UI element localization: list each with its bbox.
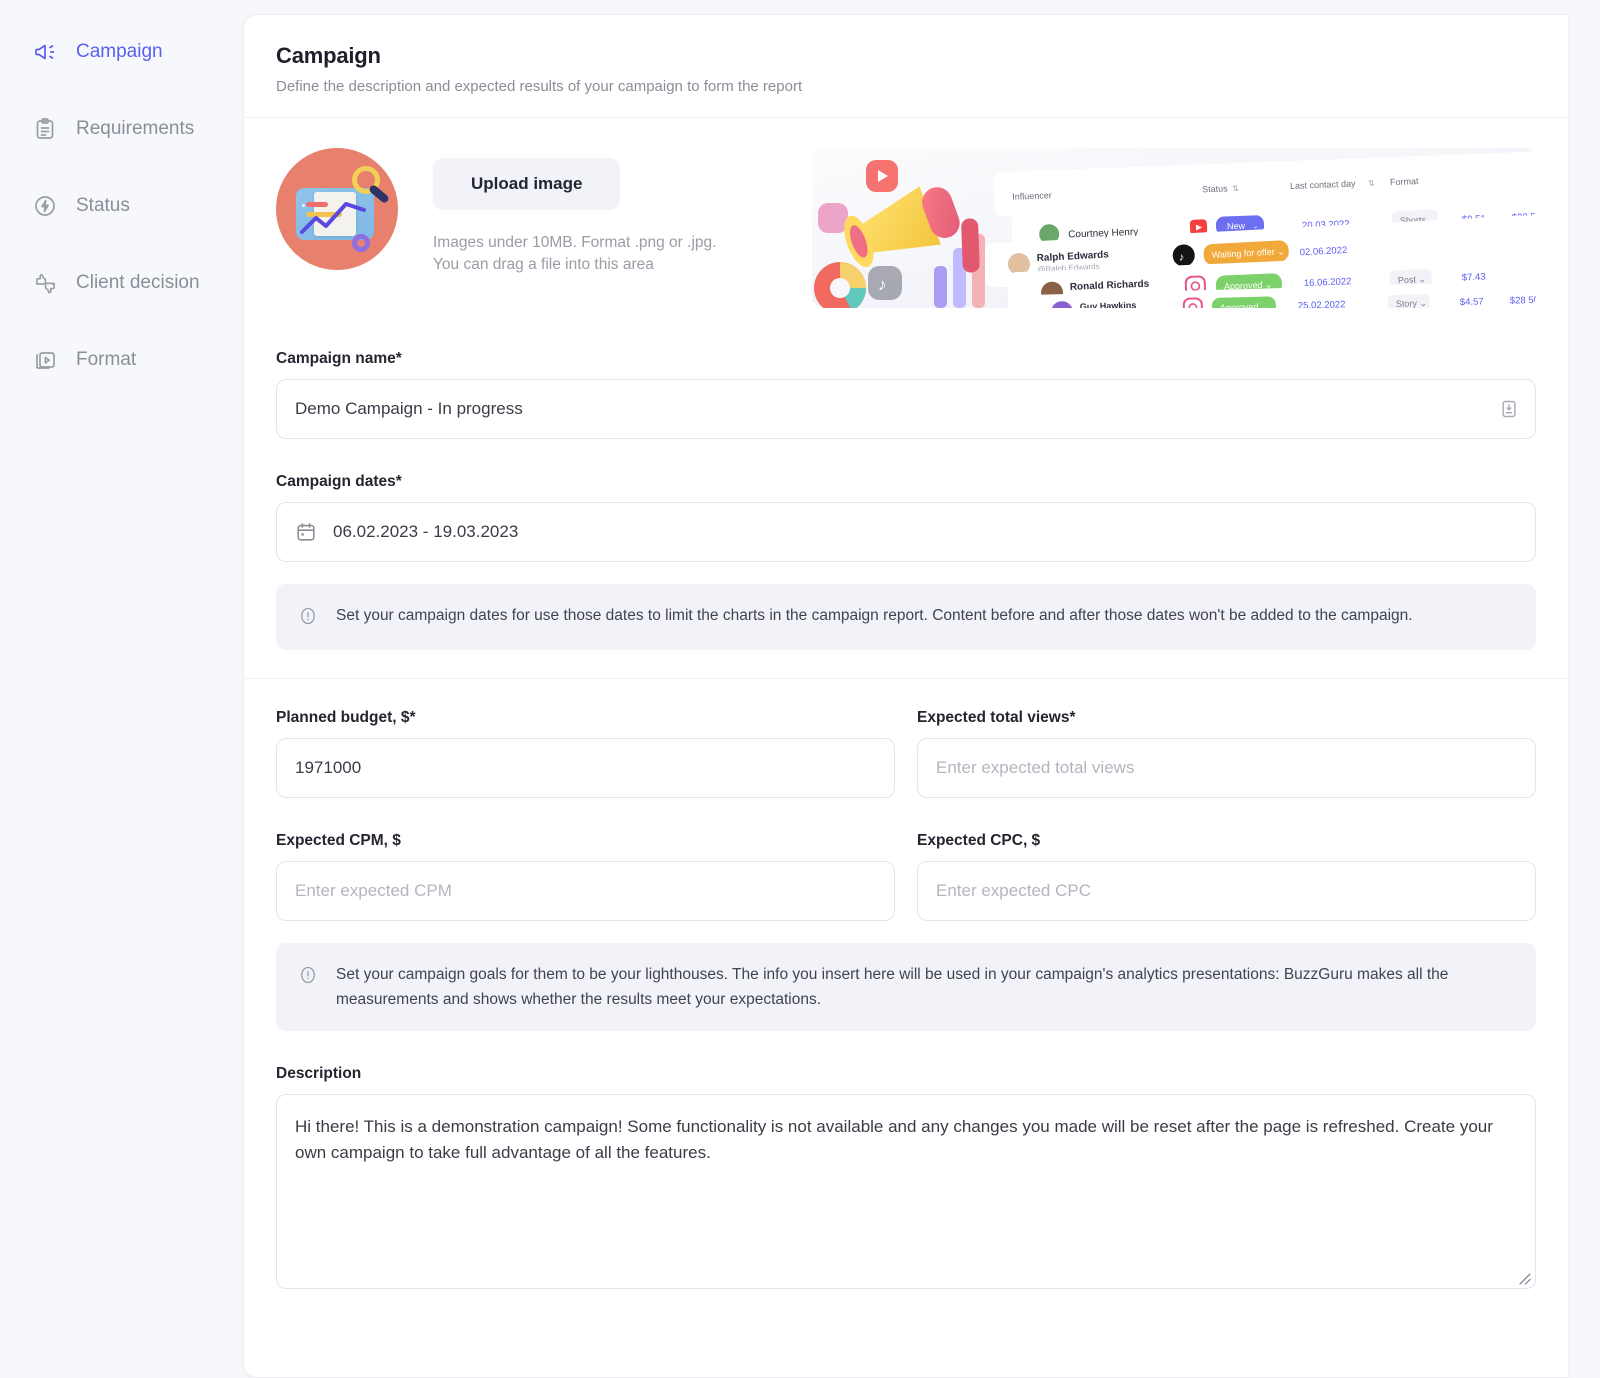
- dates-notice: Set your campaign dates for use those da…: [276, 584, 1536, 650]
- upload-image-button[interactable]: Upload image: [433, 158, 621, 210]
- campaign-basics-section: Upload image Images under 10MB. Format .…: [244, 118, 1568, 679]
- svg-text:Story ⌄: Story ⌄: [1396, 298, 1427, 308]
- svg-text:⇅: ⇅: [1368, 179, 1375, 188]
- expected-total-views-input[interactable]: Enter expected total views: [917, 738, 1536, 798]
- promo-banner-artwork: Influencer Status ⇅ Last contact day ⇅ F…: [812, 148, 1536, 308]
- campaign-dates-input[interactable]: 06.02.2023 - 19.03.2023: [276, 502, 1536, 562]
- campaign-name-value: Demo Campaign - In progress: [295, 399, 523, 418]
- sidebar-item-label: Format: [76, 349, 137, 370]
- svg-text:⌄: ⌄: [1252, 221, 1259, 230]
- sidebar-item-requirements[interactable]: Requirements: [0, 101, 243, 157]
- svg-text:New: New: [1227, 221, 1246, 232]
- svg-text:⇅: ⇅: [1232, 184, 1239, 193]
- video-frame-icon: [32, 347, 58, 373]
- dates-notice-text: Set your campaign dates for use those da…: [336, 607, 1413, 624]
- megaphone-icon: [32, 39, 58, 65]
- expected-cpm-label: Expected CPM, $: [276, 832, 401, 849]
- campaign-goals-section: Planned budget, $* 1971000 Expected tota…: [244, 679, 1568, 1317]
- campaign-illustration: [276, 148, 398, 270]
- thumbs-icon: [32, 270, 58, 296]
- sidebar-item-label: Status: [76, 195, 130, 216]
- upload-row: Upload image Images under 10MB. Format .…: [276, 148, 1536, 308]
- upload-column: Upload image Images under 10MB. Format .…: [433, 148, 716, 277]
- svg-text:Status: Status: [1202, 183, 1228, 194]
- svg-text:$7.43: $7.43: [1462, 272, 1486, 284]
- expected-total-views-placeholder: Enter expected total views: [936, 758, 1135, 777]
- campaign-name-field: Campaign name* Demo Campaign - In progre…: [276, 350, 1536, 439]
- goals-notice-text: Set your campaign goals for them to be y…: [336, 966, 1449, 1009]
- planned-budget-label: Planned budget, $*: [276, 709, 416, 726]
- campaign-dates-value: 06.02.2023 - 19.03.2023: [333, 522, 519, 541]
- sidebar-item-status[interactable]: Status: [0, 178, 243, 234]
- upload-hint: Images under 10MB. Format .png or .jpg. …: [433, 232, 716, 277]
- card-header: Campaign Define the description and expe…: [244, 15, 1568, 118]
- campaign-name-label: Campaign name*: [276, 350, 402, 367]
- expected-total-views-label: Expected total views*: [917, 709, 1076, 726]
- archive-icon[interactable]: [1499, 399, 1519, 419]
- expected-cpm-placeholder: Enter expected CPM: [295, 881, 452, 900]
- expected-cpc-placeholder: Enter expected CPC: [936, 881, 1091, 900]
- sidebar-item-client-decision[interactable]: Client decision: [0, 255, 243, 311]
- planned-budget-input[interactable]: 1971000: [276, 738, 895, 798]
- campaign-card: Campaign Define the description and expe…: [243, 14, 1568, 1378]
- goals-notice: Set your campaign goals for them to be y…: [276, 943, 1536, 1032]
- expected-total-views-field: Expected total views* Enter expected tot…: [917, 709, 1536, 798]
- description-wrap: Hi there! This is a demonstration campai…: [276, 1094, 1536, 1290]
- description-field: Description Hi there! This is a demonstr…: [276, 1065, 1536, 1290]
- campaign-dates-field: Campaign dates* 06.02.2023 - 19.03.2023: [276, 473, 1536, 562]
- description-label: Description: [276, 1065, 362, 1083]
- svg-text:25.02.2022: 25.02.2022: [1298, 299, 1346, 308]
- svg-text:$28 500: $28 500: [1510, 295, 1536, 307]
- info-icon: [298, 965, 318, 990]
- sidebar-item-label: Campaign: [76, 41, 163, 62]
- planned-budget-field: Planned budget, $* 1971000: [276, 709, 895, 798]
- sidebar-item-label: Client decision: [76, 272, 200, 293]
- svg-text:Format: Format: [1390, 176, 1419, 187]
- sidebar-item-label: Requirements: [76, 118, 195, 139]
- planned-budget-value: 1971000: [295, 758, 362, 777]
- resize-handle-icon[interactable]: [1517, 1271, 1531, 1285]
- sidebar-item-campaign[interactable]: Campaign: [0, 24, 243, 80]
- campaign-name-input[interactable]: Demo Campaign - In progress: [276, 379, 1536, 439]
- description-textarea[interactable]: Hi there! This is a demonstration campai…: [276, 1094, 1536, 1290]
- status-bolt-icon: [32, 193, 58, 219]
- expected-cpm-field: Expected CPM, $ Enter expected CPM: [276, 832, 895, 921]
- sidebar-item-format[interactable]: Format: [0, 332, 243, 388]
- promo-banner: Influencer Status ⇅ Last contact day ⇅ F…: [812, 148, 1536, 308]
- clipboard-icon: [32, 116, 58, 142]
- upload-hint-line1: Images under 10MB. Format .png or .jpg.: [433, 234, 717, 251]
- page-subtitle: Define the description and expected resu…: [276, 78, 803, 95]
- svg-text:♪: ♪: [878, 275, 887, 294]
- expected-cpc-field: Expected CPC, $ Enter expected CPC: [917, 832, 1536, 921]
- svg-text:$4.57: $4.57: [1460, 296, 1484, 308]
- svg-text:Guy Hawkins: Guy Hawkins: [1080, 300, 1137, 308]
- expected-cpc-label: Expected CPC, $: [917, 832, 1041, 849]
- upload-hint-line2: You can drag a file into this area: [433, 256, 654, 274]
- svg-text:Influencer: Influencer: [1012, 190, 1052, 202]
- expected-cpm-input[interactable]: Enter expected CPM: [276, 861, 895, 921]
- page-title: Campaign: [276, 43, 381, 68]
- calendar-icon: [295, 521, 317, 543]
- cpm-cpc-row: Expected CPM, $ Enter expected CPM Expec…: [276, 832, 1536, 921]
- svg-text:Approved ⌄: Approved ⌄: [1220, 301, 1269, 308]
- campaign-dates-label: Campaign dates*: [276, 473, 402, 490]
- sidebar: Campaign Requirements Status Client deci…: [0, 0, 243, 1378]
- svg-text:♪: ♪: [1179, 251, 1185, 263]
- svg-text:Post ⌄: Post ⌄: [1398, 274, 1426, 285]
- budget-views-row: Planned budget, $* 1971000 Expected tota…: [276, 709, 1536, 798]
- app-root: Campaign Requirements Status Client deci…: [0, 0, 1600, 1378]
- expected-cpc-input[interactable]: Enter expected CPC: [917, 861, 1536, 921]
- info-icon: [298, 606, 318, 631]
